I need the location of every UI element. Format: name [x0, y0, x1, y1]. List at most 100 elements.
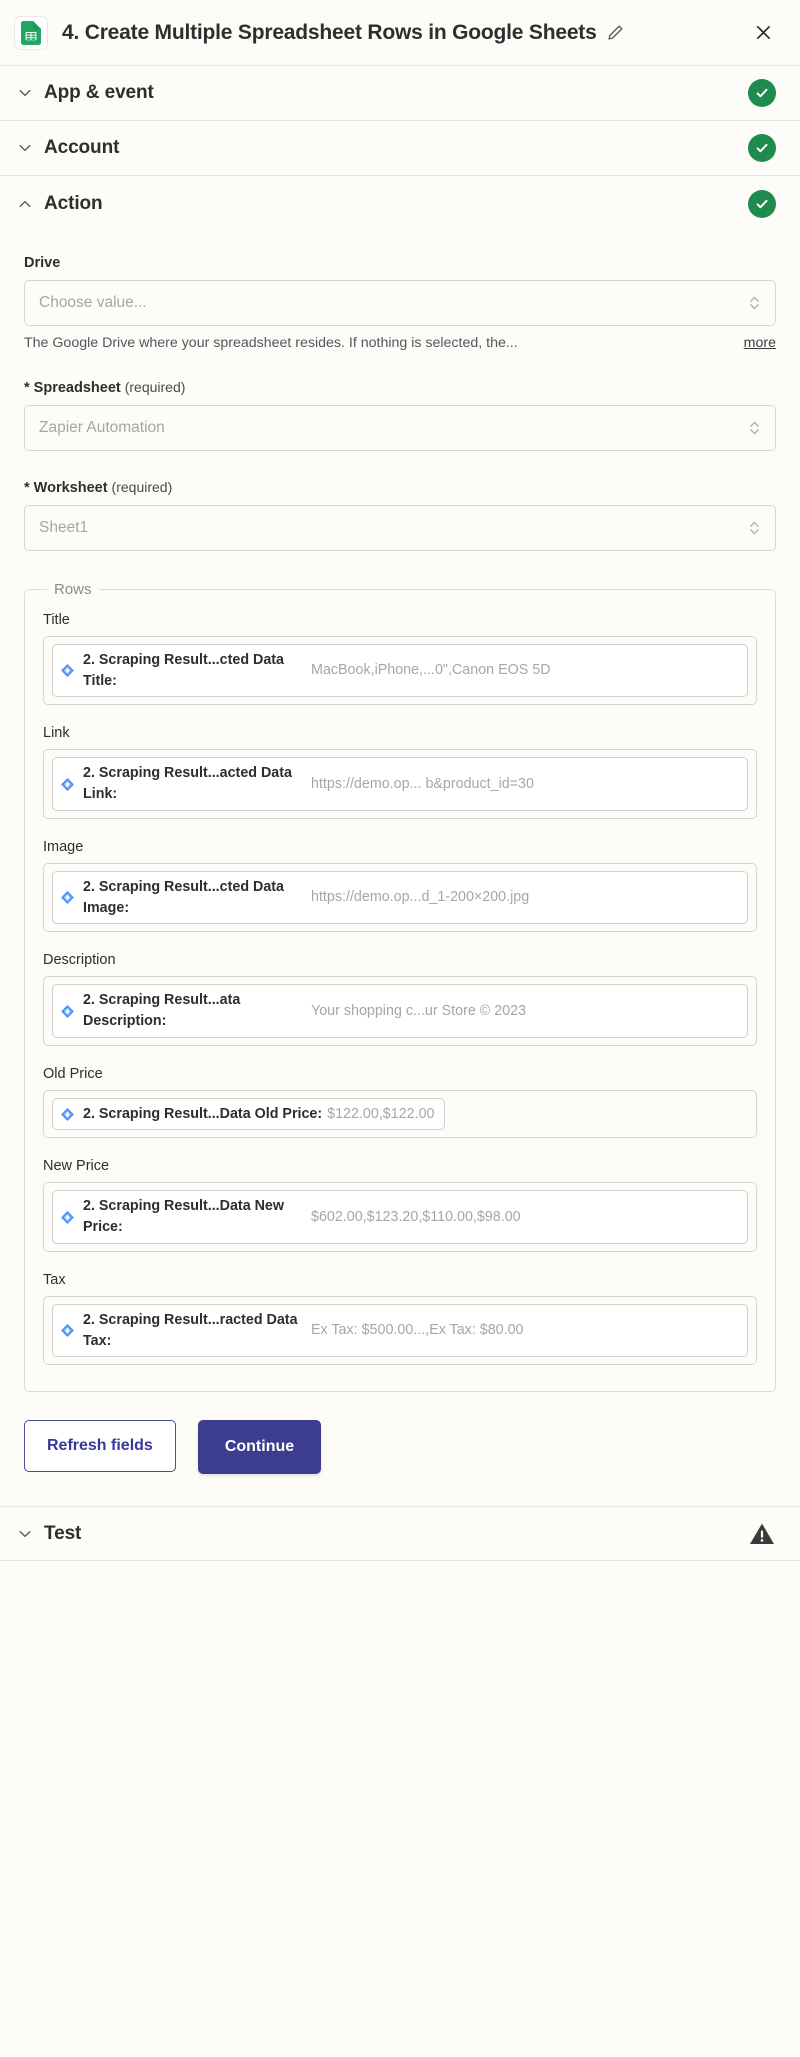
token-text: 2. Scraping Result...cted Data Image: ht…: [83, 877, 738, 918]
data-token-chip[interactable]: 2. Scraping Result...Data New Price: $60…: [52, 1190, 748, 1243]
row-field-link: Link 2. Scraping Result...acted Data Lin…: [43, 725, 757, 818]
chevron-down-icon: [14, 137, 36, 159]
data-token-chip[interactable]: 2. Scraping Result...cted Data Image: ht…: [52, 871, 748, 924]
token-value: https://demo.op... b&product_id=30: [311, 774, 738, 795]
section-label: Test: [44, 1523, 81, 1545]
row-label: New Price: [43, 1158, 757, 1174]
worksheet-required-note: (required): [112, 479, 173, 495]
field-spreadsheet: * Spreadsheet(required) Zapier Automatio…: [24, 379, 776, 451]
pencil-icon[interactable]: [607, 24, 624, 41]
title-token-input[interactable]: 2. Scraping Result...cted Data Title: Ma…: [43, 636, 757, 705]
drive-select[interactable]: Choose value...: [24, 280, 776, 326]
token-key: 2. Scraping Result...cted Data Image:: [83, 877, 301, 918]
old-price-token-input[interactable]: 2. Scraping Result...Data Old Price: $122…: [43, 1090, 757, 1139]
token-key: 2. Scraping Result...Data Old Price:: [83, 1106, 322, 1122]
worksheet-label-text: * Worksheet: [24, 480, 108, 496]
section-label: Account: [44, 137, 119, 159]
zapier-data-token-icon: [60, 663, 75, 678]
drive-help-text: The Google Drive where your spreadsheet …: [24, 335, 734, 351]
row-field-title: Title 2. Scraping Result...cted Data Tit…: [43, 612, 757, 705]
row-label: Link: [43, 725, 757, 741]
row-label: Title: [43, 612, 757, 628]
token-key: 2. Scraping Result...cted Data Title:: [83, 650, 301, 691]
zapier-data-token-icon: [60, 1323, 75, 1338]
section-app-and-event[interactable]: App & event: [0, 66, 800, 121]
link-token-input[interactable]: 2. Scraping Result...acted Data Link: ht…: [43, 749, 757, 818]
section-action[interactable]: Action: [0, 176, 800, 231]
token-value: Your shopping c...ur Store © 2023: [311, 1001, 738, 1022]
data-token-chip[interactable]: 2. Scraping Result...acted Data Link: ht…: [52, 757, 748, 810]
row-field-description: Description 2. Scraping Result...ata Des…: [43, 952, 757, 1045]
row-label: Description: [43, 952, 757, 968]
token-value: MacBook,iPhone,...0",Canon EOS 5D: [311, 660, 738, 681]
zapier-data-token-icon: [60, 1107, 75, 1122]
field-worksheet: * Worksheet(required) Sheet1: [24, 479, 776, 551]
drive-help-row: The Google Drive where your spreadsheet …: [24, 335, 776, 351]
row-field-tax: Tax 2. Scraping Result...racted Data Tax…: [43, 1272, 757, 1365]
token-text: 2. Scraping Result...acted Data Link: ht…: [83, 763, 738, 804]
image-token-input[interactable]: 2. Scraping Result...cted Data Image: ht…: [43, 863, 757, 932]
row-field-new-price: New Price 2. Scraping Result...Data New …: [43, 1158, 757, 1251]
action-form: Drive Choose value... The Google Drive w…: [0, 231, 800, 1392]
row-label: Tax: [43, 1272, 757, 1288]
close-icon[interactable]: [750, 20, 776, 46]
spreadsheet-label-text: * Spreadsheet: [24, 380, 121, 396]
warning-triangle-icon: [748, 1520, 776, 1548]
zapier-data-token-icon: [60, 777, 75, 792]
section-test[interactable]: Test: [0, 1506, 800, 1561]
spreadsheet-required-note: (required): [125, 379, 186, 395]
google-sheets-icon: [14, 16, 48, 50]
page-title: 4. Create Multiple Spreadsheet Rows in G…: [62, 21, 597, 45]
token-text: 2. Scraping Result...ata Description: Yo…: [83, 990, 738, 1031]
section-account[interactable]: Account: [0, 121, 800, 176]
data-token-chip[interactable]: 2. Scraping Result...cted Data Title: Ma…: [52, 644, 748, 697]
data-token-chip[interactable]: 2. Scraping Result...Data Old Price: $122…: [52, 1098, 445, 1131]
drive-label: Drive: [24, 255, 776, 271]
row-field-image: Image 2. Scraping Result...cted Data Ima…: [43, 839, 757, 932]
token-value: Ex Tax: $500.00...,Ex Tax: $80.00: [311, 1320, 738, 1341]
row-field-old-price: Old Price 2. Scraping Result...Data Old …: [43, 1066, 757, 1139]
drive-more-link[interactable]: more: [744, 335, 776, 351]
rows-group: Rows Title 2. Scraping Result...cted Dat…: [24, 581, 776, 1392]
token-value: https://demo.op...d_1-200×200.jpg: [311, 887, 738, 908]
spreadsheet-label: * Spreadsheet(required): [24, 379, 776, 396]
token-key: 2. Scraping Result...Data New Price:: [83, 1196, 301, 1237]
spreadsheet-select[interactable]: Zapier Automation: [24, 405, 776, 451]
token-key: 2. Scraping Result...acted Data Link:: [83, 763, 301, 804]
token-text: 2. Scraping Result...racted Data Tax: Ex…: [83, 1310, 738, 1351]
drive-value: Choose value...: [39, 294, 748, 312]
panel-header: 4. Create Multiple Spreadsheet Rows in G…: [0, 0, 800, 66]
token-key: 2. Scraping Result...racted Data Tax:: [83, 1310, 301, 1351]
worksheet-label: * Worksheet(required): [24, 479, 776, 496]
chevron-down-icon: [14, 1523, 36, 1545]
data-token-chip[interactable]: 2. Scraping Result...ata Description: Yo…: [52, 984, 748, 1037]
section-label: Action: [44, 193, 103, 215]
rows-legend: Rows: [47, 581, 99, 598]
token-text: 2. Scraping Result...Data New Price: $60…: [83, 1196, 738, 1237]
token-value: $122.00,$122.00: [327, 1106, 434, 1122]
continue-button[interactable]: Continue: [198, 1420, 321, 1474]
zapier-data-token-icon: [60, 1004, 75, 1019]
check-circle-icon: [748, 79, 776, 107]
chevron-updown-icon: [748, 293, 761, 313]
section-label: App & event: [44, 82, 154, 104]
worksheet-select[interactable]: Sheet1: [24, 505, 776, 551]
check-circle-icon: [748, 190, 776, 218]
new-price-token-input[interactable]: 2. Scraping Result...Data New Price: $60…: [43, 1182, 757, 1251]
chevron-updown-icon: [748, 418, 761, 438]
data-token-chip[interactable]: 2. Scraping Result...racted Data Tax: Ex…: [52, 1304, 748, 1357]
chevron-updown-icon: [748, 518, 761, 538]
row-label: Old Price: [43, 1066, 757, 1082]
refresh-fields-button[interactable]: Refresh fields: [24, 1420, 176, 1472]
zapier-data-token-icon: [60, 1210, 75, 1225]
zapier-data-token-icon: [60, 890, 75, 905]
check-circle-icon: [748, 134, 776, 162]
worksheet-value: Sheet1: [39, 519, 748, 537]
spreadsheet-value: Zapier Automation: [39, 419, 748, 437]
chevron-down-icon: [14, 82, 36, 104]
token-value: $602.00,$123.20,$110.00,$98.00: [311, 1207, 738, 1228]
tax-token-input[interactable]: 2. Scraping Result...racted Data Tax: Ex…: [43, 1296, 757, 1365]
field-drive: Drive Choose value... The Google Drive w…: [24, 255, 776, 351]
token-text: 2. Scraping Result...cted Data Title: Ma…: [83, 650, 738, 691]
description-token-input[interactable]: 2. Scraping Result...ata Description: Yo…: [43, 976, 757, 1045]
